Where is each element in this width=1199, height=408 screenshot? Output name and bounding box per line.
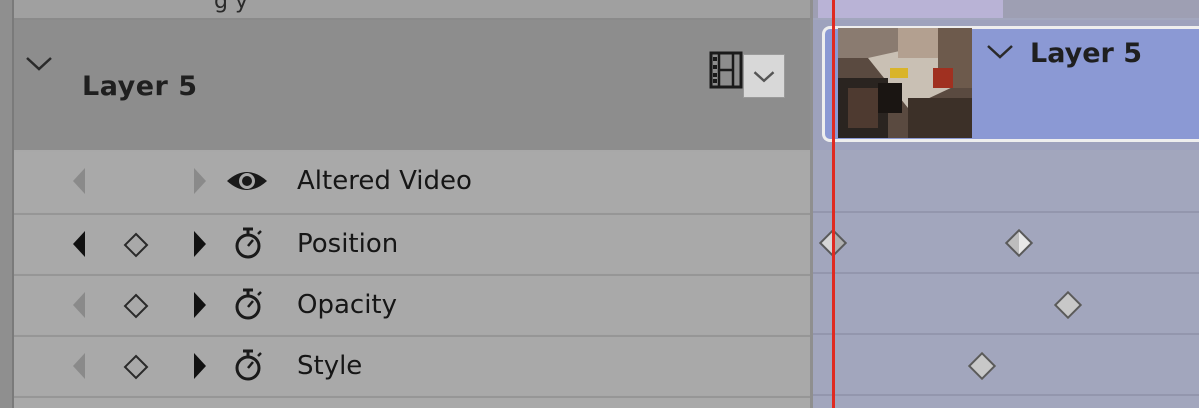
track-separator xyxy=(813,272,1199,274)
previous-keyframe-icon[interactable] xyxy=(69,229,91,259)
previous-layer-row: g y xyxy=(14,0,812,20)
clip-thumbnail xyxy=(838,28,972,138)
previous-layer-row-text: g y xyxy=(214,0,248,14)
panel-edge xyxy=(0,0,14,408)
property-label: Opacity xyxy=(297,290,398,320)
next-row xyxy=(14,396,812,408)
track-type-dropdown[interactable] xyxy=(743,54,785,98)
chevron-down-icon[interactable] xyxy=(24,54,54,74)
add-keyframe-icon[interactable] xyxy=(122,292,150,320)
next-keyframe-icon[interactable] xyxy=(188,290,210,320)
add-keyframe-icon[interactable] xyxy=(122,231,150,259)
next-keyframe-icon[interactable] xyxy=(188,166,210,196)
stopwatch-icon[interactable] xyxy=(230,347,266,383)
timeline-previous-clip[interactable] xyxy=(818,0,1003,18)
property-label: Position xyxy=(297,229,399,259)
property-row-opacity[interactable]: Opacity xyxy=(14,274,812,334)
chevron-down-icon[interactable] xyxy=(985,42,1015,62)
previous-keyframe-icon[interactable] xyxy=(69,351,91,381)
property-row-style[interactable]: Style xyxy=(14,335,812,395)
property-row-position[interactable]: Position xyxy=(14,213,812,273)
track-separator xyxy=(813,394,1199,396)
eye-icon[interactable] xyxy=(225,166,269,196)
clip-title: Layer 5 xyxy=(1030,38,1143,69)
stopwatch-icon[interactable] xyxy=(230,286,266,322)
track-separator xyxy=(813,211,1199,213)
stopwatch-icon[interactable] xyxy=(230,225,266,261)
property-label: Style xyxy=(297,351,363,381)
previous-keyframe-icon[interactable] xyxy=(69,290,91,320)
chevron-down-icon xyxy=(753,71,775,83)
layer-title: Layer 5 xyxy=(82,71,198,102)
track-separator xyxy=(813,333,1199,335)
property-label: Altered Video xyxy=(297,166,472,196)
add-keyframe-icon[interactable] xyxy=(122,353,150,381)
previous-keyframe-icon[interactable] xyxy=(69,166,91,196)
next-keyframe-icon[interactable] xyxy=(188,229,210,259)
property-row-altered-video[interactable]: Altered Video xyxy=(14,152,812,212)
playhead[interactable] xyxy=(832,0,835,408)
next-keyframe-icon[interactable] xyxy=(188,351,210,381)
